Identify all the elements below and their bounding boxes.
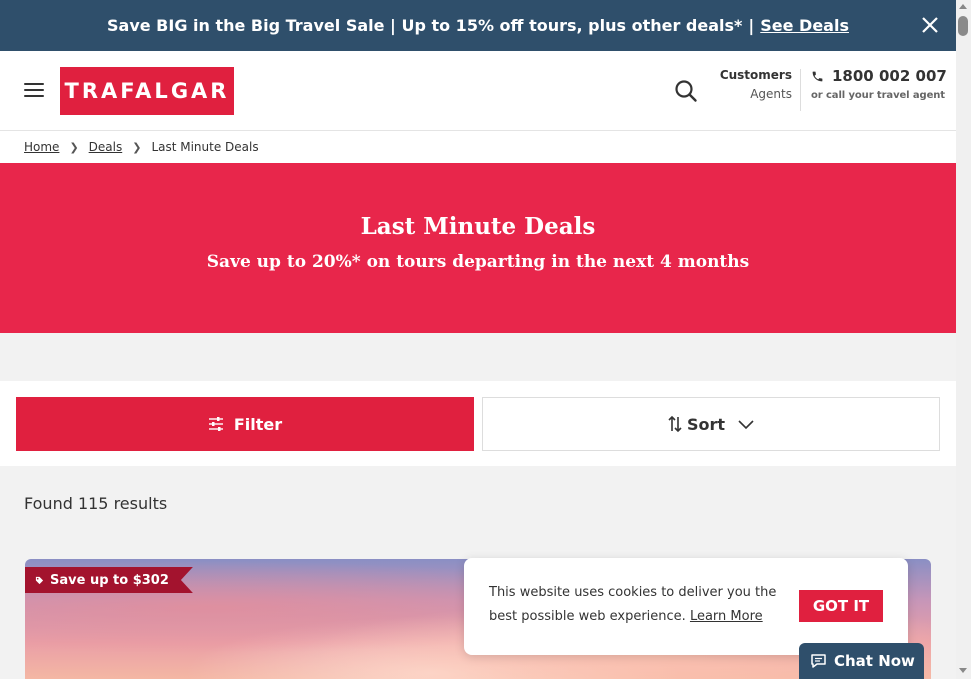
cookie-banner: This website uses cookies to deliver you… (464, 558, 908, 655)
phone-contact[interactable]: 1800 002 007 or call your travel agent (811, 67, 947, 101)
sort-arrows-icon (668, 415, 682, 433)
chat-now-button[interactable]: Chat Now (799, 643, 924, 679)
phone-icon (812, 71, 823, 81)
chat-now-label: Chat Now (834, 652, 915, 670)
breadcrumb: Home ❯ Deals ❯ Last Minute Deals (0, 131, 956, 163)
filter-button[interactable]: Filter (16, 397, 474, 451)
filter-sliders-icon (208, 417, 223, 431)
scroll-up-arrow[interactable] (959, 4, 967, 9)
header-divider (800, 69, 801, 111)
chevron-down-icon (738, 420, 754, 430)
scrollbar[interactable] (956, 0, 971, 679)
learn-more-link[interactable]: Learn More (690, 609, 763, 624)
page-title: Last Minute Deals (360, 213, 596, 240)
cookie-message: This website uses cookies to deliver you… (489, 581, 789, 629)
chat-bubble-icon (811, 654, 826, 668)
breadcrumb-home[interactable]: Home (24, 140, 59, 154)
site-header: TRAFALGAR Customers Agents 1800 002 007 … (0, 51, 956, 131)
hero-subtitle: Save up to 20%* on tours departing in th… (206, 252, 750, 272)
scroll-thumb[interactable] (958, 16, 968, 36)
search-icon[interactable] (674, 79, 698, 103)
chevron-right-icon: ❯ (132, 140, 142, 154)
chevron-right-icon: ❯ (69, 140, 79, 154)
got-it-button[interactable]: GOT IT (799, 590, 883, 622)
filter-sort-bar: Filter Sort (0, 381, 956, 466)
audience-switch: Customers Agents (712, 66, 792, 104)
filter-label: Filter (233, 414, 283, 434)
agents-link[interactable]: Agents (712, 85, 792, 104)
deal-badge: Save up to $302 (25, 567, 193, 593)
promo-text: Save BIG in the Big Travel Sale | Up to … (107, 16, 743, 35)
customers-link[interactable]: Customers (712, 66, 792, 85)
see-deals-link[interactable]: See Deals (760, 16, 849, 35)
promo-separator: | (748, 16, 755, 35)
breadcrumb-deals[interactable]: Deals (89, 140, 123, 154)
tag-icon (35, 576, 44, 585)
promo-banner: Save BIG in the Big Travel Sale | Up to … (0, 0, 956, 51)
results-count: Found 115 results (24, 494, 168, 513)
phone-subtext: or call your travel agent (811, 90, 945, 101)
breadcrumb-current: Last Minute Deals (151, 140, 259, 154)
trafalgar-logo[interactable]: TRAFALGAR (60, 67, 234, 115)
close-icon[interactable] (920, 15, 940, 35)
phone-number[interactable]: 1800 002 007 (832, 67, 947, 85)
deal-badge-text: Save up to $302 (50, 572, 169, 588)
sort-button[interactable]: Sort (482, 397, 940, 451)
hero-banner: Last Minute Deals Save up to 20%* on tou… (0, 163, 956, 333)
sort-label: Sort (686, 414, 726, 434)
scroll-down-arrow[interactable] (959, 668, 967, 673)
menu-icon[interactable] (24, 83, 44, 99)
